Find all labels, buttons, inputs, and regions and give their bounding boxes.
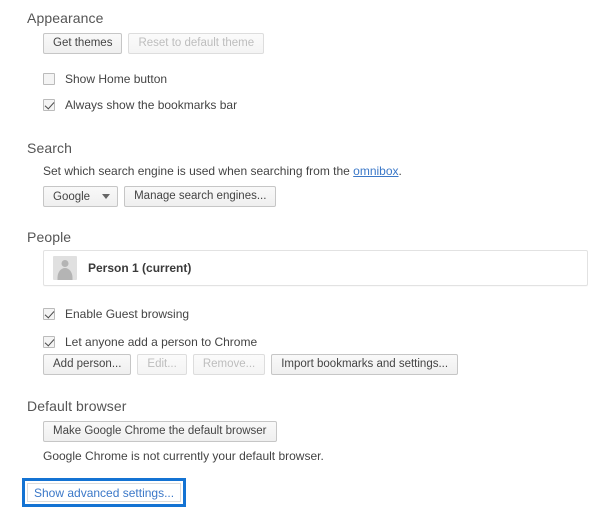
checkbox-row-enable-guest-browsing[interactable]: Enable Guest browsing: [43, 305, 189, 323]
checkbox-row-always-show-bookmarks-bar[interactable]: Always show the bookmarks bar: [43, 96, 237, 114]
appearance-button-group: Get themes Reset to default theme: [43, 33, 265, 54]
people-list-item[interactable]: Person 1 (current): [43, 250, 588, 286]
remove-person-button[interactable]: Remove...: [192, 354, 266, 375]
person-avatar-icon: [53, 256, 77, 280]
show-advanced-settings-wrapper: Show advanced settings...: [22, 478, 187, 507]
checkbox-let-anyone-add-person[interactable]: [43, 336, 55, 348]
import-bookmarks-and-settings-button[interactable]: Import bookmarks and settings...: [271, 354, 459, 375]
advanced-settings-row: Show advanced settings...: [22, 478, 187, 507]
search-description: Set which search engine is used when sea…: [43, 164, 402, 179]
checkbox-row-let-anyone-add-person[interactable]: Let anyone add a person to Chrome: [43, 333, 257, 351]
avatar-body-shape: [57, 268, 73, 280]
add-person-button[interactable]: Add person...: [43, 354, 132, 375]
section-title-search: Search: [27, 140, 72, 156]
make-default-browser-button[interactable]: Make Google Chrome the default browser: [43, 421, 277, 442]
chevron-down-icon: [102, 194, 111, 199]
checkbox-enable-guest-browsing[interactable]: [43, 308, 55, 320]
people-list-item-name: Person 1 (current): [88, 261, 192, 275]
search-controls: Google Manage search engines...: [43, 186, 277, 207]
checkbox-row-show-home-button[interactable]: Show Home button: [43, 70, 167, 88]
checkbox-show-home-button[interactable]: [43, 73, 55, 85]
edit-person-button[interactable]: Edit...: [137, 354, 187, 375]
get-themes-button[interactable]: Get themes: [43, 33, 123, 54]
people-button-group: Add person... Edit... Remove... Import b…: [43, 354, 459, 375]
omnibox-link[interactable]: omnibox: [353, 164, 398, 178]
checkbox-always-show-bookmarks-bar[interactable]: [43, 99, 55, 111]
show-advanced-settings-link[interactable]: Show advanced settings...: [27, 483, 182, 502]
search-engine-selected-value: Google: [53, 190, 91, 203]
section-title-appearance: Appearance: [27, 10, 104, 26]
checkbox-label-enable-guest-browsing: Enable Guest browsing: [65, 307, 190, 321]
checkbox-label-let-anyone-add-person: Let anyone add a person to Chrome: [65, 335, 258, 349]
reset-to-default-theme-button[interactable]: Reset to default theme: [128, 33, 265, 54]
section-title-default-browser: Default browser: [27, 398, 127, 414]
checkbox-label-show-home-button: Show Home button: [65, 72, 168, 86]
avatar-head-shape: [61, 260, 69, 267]
checkbox-label-always-show-bookmarks-bar: Always show the bookmarks bar: [65, 98, 238, 112]
search-description-text-before: Set which search engine is used when sea…: [43, 164, 354, 178]
people-list: Person 1 (current): [43, 250, 588, 286]
section-title-people: People: [27, 229, 72, 245]
manage-search-engines-button[interactable]: Manage search engines...: [124, 186, 277, 207]
default-browser-status-text: Google Chrome is not currently your defa…: [43, 449, 324, 463]
search-description-text-after: .: [398, 164, 402, 178]
search-engine-select[interactable]: Google: [43, 186, 119, 207]
settings-page: Appearance Get themes Reset to default t…: [0, 0, 600, 508]
